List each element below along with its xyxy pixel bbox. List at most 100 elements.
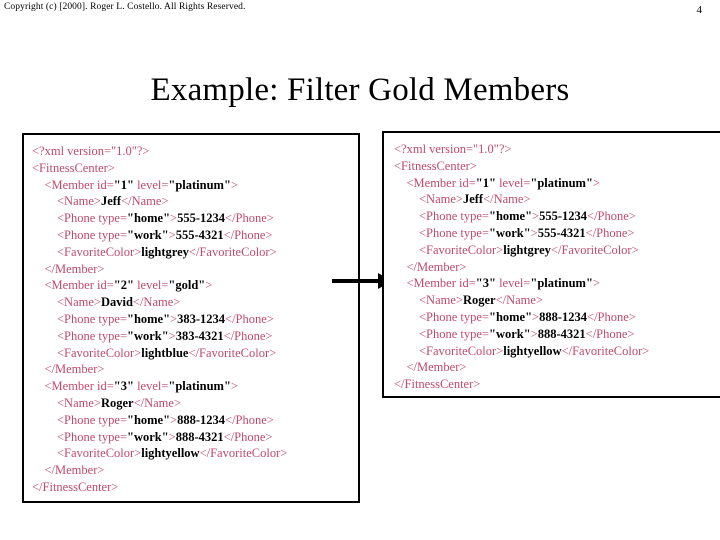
code-line: <Name>Roger</Name> — [32, 395, 358, 412]
code-tag: <Phone type= — [394, 309, 489, 324]
code-tag: <FavoriteColor> — [394, 242, 504, 257]
code-tag: </Phone> — [587, 209, 636, 224]
code-line: <FitnessCenter> — [394, 158, 720, 175]
input-xml-code: <?xml version="1.0"?> <FitnessCenter> <Me… — [24, 135, 358, 496]
code-value: "work" — [127, 429, 169, 444]
code-value: "work" — [127, 227, 169, 242]
code-tag: </Member> — [32, 261, 105, 276]
code-value: 888-4321 — [537, 326, 586, 341]
code-tag: level= — [133, 177, 169, 192]
code-value: David — [100, 295, 133, 310]
code-tag: </Phone> — [223, 328, 273, 343]
code-tag: </Name> — [133, 395, 181, 410]
code-tag: </Name> — [132, 295, 181, 310]
code-tag: level= — [495, 175, 531, 190]
code-tag: <Member id= — [32, 379, 114, 394]
code-tag: </Phone> — [585, 225, 635, 240]
code-value: "work" — [127, 328, 169, 343]
code-line: <Phone type="home">888-1234</Phone> — [32, 412, 358, 429]
code-value: "platinum" — [168, 177, 231, 192]
input-xml-code-box: <?xml version="1.0"?> <FitnessCenter> <Me… — [22, 133, 360, 503]
code-tag: <?xml version="1.0"?> — [32, 144, 150, 158]
code-value: Jeff — [100, 194, 122, 209]
code-tag: </Phone> — [223, 227, 273, 242]
code-line: <Phone type="home">888-1234</Phone> — [394, 309, 720, 326]
code-tag: <FitnessCenter> — [394, 158, 477, 173]
code-value: "gold" — [168, 278, 206, 293]
code-tag: <Member id= — [32, 177, 114, 192]
code-line: <FavoriteColor>lightgrey</FavoriteColor> — [32, 244, 358, 261]
code-tag: </Name> — [483, 192, 531, 207]
page-title: Example: Filter Gold Members — [150, 72, 570, 108]
code-line: <Name>Roger</Name> — [394, 292, 720, 309]
code-value: "home" — [127, 412, 171, 427]
code-value: lightblue — [141, 345, 189, 360]
code-line: <Member id="1" level="platinum"> — [32, 177, 358, 194]
code-tag: </Phone> — [223, 429, 273, 444]
code-line: <?xml version="1.0"?> — [32, 143, 358, 160]
code-tag: </Member> — [394, 259, 467, 274]
code-tag: <Phone type= — [32, 412, 127, 427]
code-tag: <FavoriteColor> — [32, 244, 142, 259]
code-value: "platinum" — [530, 276, 593, 291]
code-line: <Phone type="work">383-4321</Phone> — [32, 328, 358, 345]
code-value: 888-1234 — [177, 412, 226, 427]
code-tag: > — [530, 225, 538, 240]
code-tag: <Member id= — [32, 278, 114, 293]
code-value: 383-1234 — [177, 311, 226, 326]
code-value: lightyellow — [503, 343, 562, 358]
code-tag: </FitnessCenter> — [394, 377, 481, 392]
code-tag: <FavoriteColor> — [32, 446, 142, 461]
code-tag: </Phone> — [587, 309, 636, 324]
code-line: <?xml version="1.0"?> — [394, 141, 720, 158]
code-line: <FavoriteColor>lightblue</FavoriteColor> — [32, 345, 358, 362]
code-tag: <FavoriteColor> — [32, 345, 142, 360]
code-tag: <FitnessCenter> — [32, 160, 115, 175]
code-tag: > — [168, 328, 176, 343]
code-tag: <Phone type= — [32, 227, 127, 242]
code-line: <Member id="3" level="platinum"> — [394, 275, 720, 292]
code-tag: <Phone type= — [394, 225, 489, 240]
code-line: <Phone type="work">888-4321</Phone> — [32, 429, 358, 446]
code-tag: <Phone type= — [32, 328, 127, 343]
code-tag: </FavoriteColor> — [188, 244, 277, 259]
code-tag: <Name> — [394, 293, 463, 308]
code-tag: </FavoriteColor> — [561, 343, 650, 358]
code-line: <Phone type="home">555-1234</Phone> — [394, 208, 720, 225]
code-tag: <Phone type= — [32, 311, 127, 326]
code-line: </Member> — [32, 361, 358, 378]
code-line: </Member> — [394, 359, 720, 376]
code-line: <FavoriteColor>lightyellow</FavoriteColo… — [32, 445, 358, 462]
code-tag: </Phone> — [225, 211, 274, 226]
code-value: 555-4321 — [537, 225, 586, 240]
code-tag: <Name> — [32, 295, 101, 310]
code-value: 888-1234 — [539, 309, 588, 324]
code-tag: > — [168, 227, 176, 242]
code-tag: <Member id= — [394, 175, 476, 190]
code-tag: level= — [133, 278, 169, 293]
code-tag: </Phone> — [225, 412, 274, 427]
code-tag: <Name> — [32, 395, 101, 410]
code-line: <FitnessCenter> — [32, 160, 358, 177]
code-line: </FitnessCenter> — [32, 479, 358, 496]
code-tag: </Member> — [32, 362, 105, 377]
code-tag: </FavoriteColor> — [199, 446, 288, 461]
copyright-notice: Copyright (c) [2000]. Roger L. Costello.… — [4, 2, 246, 12]
code-value: 383-4321 — [175, 328, 224, 343]
code-tag: <Phone type= — [32, 211, 127, 226]
code-value: Jeff — [462, 192, 484, 207]
code-value: "platinum" — [530, 175, 593, 190]
code-value: lightgrey — [141, 244, 189, 259]
code-tag: <Name> — [394, 192, 463, 207]
output-xml-code: <?xml version="1.0"?> <FitnessCenter> <Me… — [384, 133, 720, 393]
code-tag: </Name> — [121, 194, 169, 209]
code-value: "1" — [113, 177, 134, 192]
code-tag: </Phone> — [225, 311, 274, 326]
code-tag: > — [230, 177, 238, 192]
code-value: "1" — [475, 175, 496, 190]
code-value: 555-1234 — [539, 209, 588, 224]
page-number: 4 — [696, 4, 703, 16]
code-value: Roger — [462, 293, 496, 308]
code-tag: </Name> — [495, 293, 543, 308]
code-tag: </FitnessCenter> — [32, 479, 119, 494]
